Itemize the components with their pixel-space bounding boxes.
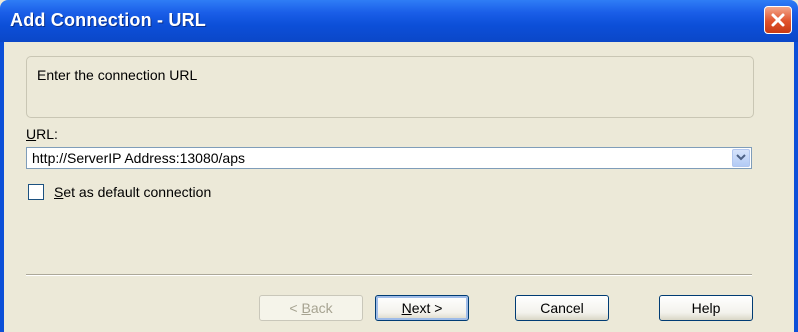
info-text: Enter the connection URL xyxy=(37,67,198,83)
default-connection-label-accel: S xyxy=(54,184,64,200)
help-button[interactable]: Help xyxy=(659,295,753,321)
add-connection-dialog: Add Connection - URL Enter the connectio… xyxy=(0,0,798,332)
chevron-down-icon xyxy=(736,154,746,161)
next-accel: N xyxy=(401,300,412,316)
default-connection-label-rest: et as default connection xyxy=(63,184,212,200)
url-combobox[interactable] xyxy=(26,147,752,169)
url-dropdown-button[interactable] xyxy=(732,149,750,167)
default-connection-label[interactable]: Set as default connection xyxy=(54,184,211,200)
back-rest: ack xyxy=(310,300,333,316)
url-label: URL: xyxy=(26,126,58,142)
default-connection-checkbox[interactable] xyxy=(28,184,44,200)
info-panel: Enter the connection URL xyxy=(26,56,754,118)
button-divider xyxy=(26,274,752,276)
close-button[interactable] xyxy=(764,6,792,34)
back-button[interactable]: < Back xyxy=(259,295,363,321)
url-label-rest: RL: xyxy=(36,126,58,142)
back-accel: B xyxy=(301,300,311,316)
close-icon xyxy=(771,13,785,27)
next-button[interactable]: Next > xyxy=(375,295,469,321)
window-frame-right xyxy=(794,42,798,332)
next-rest: ext > xyxy=(411,300,443,316)
url-input[interactable] xyxy=(27,148,727,168)
url-label-accel: U xyxy=(26,126,37,142)
back-prefix: < xyxy=(289,300,302,316)
cancel-button[interactable]: Cancel xyxy=(515,295,609,321)
title-bar[interactable]: Add Connection - URL xyxy=(0,0,798,42)
window-frame-left xyxy=(0,42,4,332)
window-title: Add Connection - URL xyxy=(10,10,206,30)
